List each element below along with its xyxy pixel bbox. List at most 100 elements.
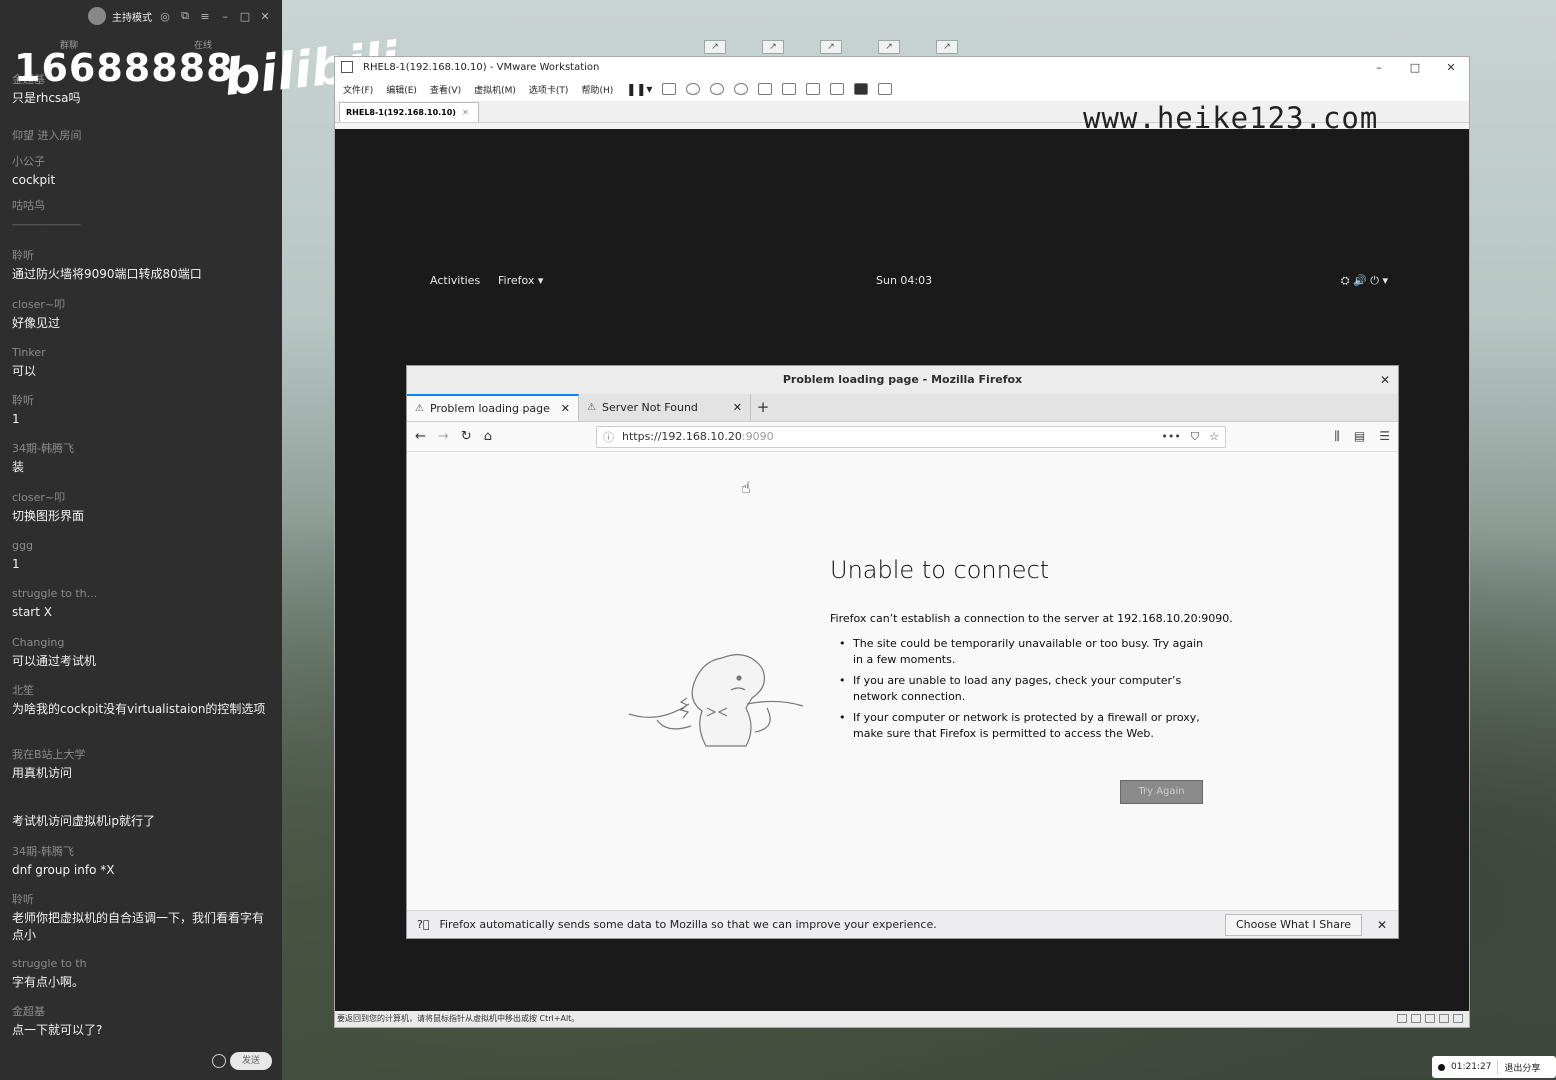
back-icon[interactable]: ← — [415, 429, 426, 444]
close-icon[interactable]: ✕ — [462, 108, 469, 117]
menu-help[interactable]: 帮助(H) — [581, 83, 613, 96]
settings-icon[interactable]: ◎ — [158, 10, 172, 23]
snapshot-icon[interactable] — [686, 83, 701, 95]
desktop-shortcut-icon[interactable]: ↗ — [704, 40, 726, 54]
forward-icon[interactable]: → — [438, 429, 449, 444]
menu-vm[interactable]: 虚拟机(M) — [474, 83, 516, 96]
chat-system-text: 仰望 进入房间 — [12, 129, 82, 143]
chat-text: 考试机访问虚拟机ip就行了 — [12, 814, 155, 829]
vmware-window: RHEL8-1(192.168.10.10) - VMware Workstat… — [334, 56, 1470, 1028]
menu-view[interactable]: 查看(V) — [430, 83, 461, 96]
chat-message: Tinker 可以 — [12, 343, 274, 391]
chat-message: closer~叩 切换图形界面 — [12, 488, 274, 536]
gnome-system-menu[interactable]: ⛭ 🔊 ⏻ ▾ — [1341, 274, 1388, 288]
unity-icon[interactable] — [830, 83, 845, 95]
page-actions-icon[interactable]: ••• — [1161, 430, 1180, 444]
desktop-shortcut-icon[interactable]: ↗ — [878, 40, 900, 54]
desktop-shortcut-icon[interactable]: ↗ — [936, 40, 958, 54]
gnome-app-menu[interactable]: Firefox ▾ — [498, 274, 543, 287]
new-tab-button[interactable]: + — [751, 394, 775, 421]
sidebar-icon[interactable]: ▤ — [1354, 429, 1365, 444]
vm-console-screen[interactable]: Activities Firefox ▾ Sun 04:03 ⛭ 🔊 ⏻ ▾ P… — [335, 129, 1469, 1011]
chat-username: 北笙 — [12, 683, 34, 697]
device-network-icon[interactable] — [1425, 1014, 1435, 1023]
chat-username: closer~叩 — [12, 490, 66, 504]
desktop-shortcut-icon[interactable]: ↗ — [762, 40, 784, 54]
chat-message: 聆听 通过防火墙将9090端口转成80端口 — [12, 246, 274, 294]
tab-server-not-found[interactable]: ⚠ Server Not Found ✕ — [579, 394, 751, 421]
close-icon[interactable]: ✕ — [1372, 918, 1392, 932]
chat-system-text: 咕咕鸟 — [12, 199, 45, 213]
device-display-icon[interactable] — [1453, 1014, 1463, 1023]
chat-message: 仰望 进入房间 — [12, 118, 274, 152]
desktop-shortcut-icon[interactable]: ↗ — [820, 40, 842, 54]
vmware-status-text: 要返回到您的计算机，请将鼠标指针从虚拟机中移出或按 Ctrl+Alt。 — [337, 1014, 580, 1023]
menu-icon[interactable]: ≡ — [198, 10, 212, 23]
chat-message: ------------------------------------ — [12, 216, 274, 246]
snapshot-manager-icon[interactable] — [734, 83, 749, 95]
url-bar[interactable]: ⓘ https://192.168.10.20:9090 ••• ⛉ ☆ — [595, 425, 1226, 448]
send-button[interactable]: 发送 — [230, 1052, 272, 1070]
vm-tab-rhel8[interactable]: RHEL8-1(192.168.10.10) ✕ — [339, 102, 479, 122]
device-usb-icon[interactable] — [1439, 1014, 1449, 1023]
pocket-icon[interactable]: ⛉ — [1191, 430, 1199, 444]
fullscreen-icon[interactable] — [806, 83, 821, 95]
close-icon[interactable]: ✕ — [733, 401, 742, 414]
restore-snapshot-icon[interactable] — [710, 83, 725, 95]
error-suggestion-item: The site could be temporarily unavailabl… — [830, 636, 1210, 667]
bookmark-star-icon[interactable]: ☆ — [1209, 430, 1219, 444]
hamburger-menu-icon[interactable]: ☰ — [1379, 429, 1390, 444]
close-icon[interactable]: ✕ — [258, 10, 272, 23]
chat-username: 34期-韩腾飞 — [12, 844, 74, 858]
console-view-icon[interactable] — [782, 83, 797, 95]
close-icon[interactable]: ✕ — [1433, 61, 1469, 74]
close-icon[interactable]: ✕ — [1380, 366, 1390, 394]
try-again-button[interactable]: Try Again — [1120, 780, 1203, 804]
minimize-icon[interactable]: – — [218, 10, 232, 23]
gnome-clock[interactable]: Sun 04:03 — [876, 274, 932, 287]
error-page: ☝ Unable to connect Firefox can’t establ… — [407, 452, 1398, 910]
host-mode-label: 主持模式 — [112, 12, 152, 24]
vm-tab-label: RHEL8-1(192.168.10.10) — [346, 108, 456, 117]
minimize-icon[interactable]: – — [1361, 61, 1397, 74]
share-timer: 01:21:27 — [1451, 1062, 1492, 1072]
exit-share-button[interactable]: 退出分享 — [1504, 1061, 1540, 1074]
menu-tabs[interactable]: 选项卡(T) — [529, 83, 569, 96]
chat-username: 金超基 — [12, 1005, 45, 1019]
close-icon[interactable]: ✕ — [561, 402, 570, 415]
pause-icon[interactable]: ❚❚▾ — [626, 82, 652, 96]
maximize-icon[interactable]: □ — [1397, 61, 1433, 74]
terminal-icon[interactable] — [854, 83, 869, 95]
info-icon[interactable]: ⓘ — [603, 429, 614, 445]
library-icon[interactable]: ⫼ — [1334, 429, 1340, 444]
tab-problem-loading[interactable]: ⚠ Problem loading page ✕ — [407, 394, 579, 421]
stretch-view-icon[interactable] — [878, 83, 893, 95]
choose-what-i-share-button[interactable]: Choose What I Share — [1225, 913, 1362, 936]
maximize-icon[interactable]: □ — [238, 10, 252, 23]
chat-text: 点一下就可以了? — [12, 1023, 103, 1038]
library-view-icon[interactable] — [758, 83, 773, 95]
chat-message: closer~叩 好像见过 — [12, 295, 274, 343]
send-ctrl-alt-del-icon[interactable] — [662, 83, 677, 95]
menu-file[interactable]: 文件(F) — [343, 83, 373, 96]
recording-dot-icon — [1438, 1063, 1445, 1071]
reload-icon[interactable]: ↻ — [461, 429, 472, 444]
host-avatar — [88, 7, 106, 25]
chat-message: struggle to th... start X — [12, 584, 274, 632]
gnome-activities-button[interactable]: Activities — [430, 274, 480, 287]
warning-icon: ⚠ — [587, 402, 596, 413]
device-cdrom-icon[interactable] — [1411, 1014, 1421, 1023]
chat-text: 好像见过 — [12, 315, 61, 330]
url-host: https://192.168.10.20 — [621, 430, 742, 443]
external-link-icon[interactable]: ⧉ — [178, 9, 192, 23]
chat-text: start X — [12, 605, 52, 620]
device-hdd-icon[interactable] — [1397, 1014, 1407, 1023]
emoji-icon[interactable] — [212, 1054, 226, 1068]
menu-edit[interactable]: 编辑(E) — [386, 83, 417, 96]
tab-label: Problem loading page — [429, 402, 550, 415]
home-icon[interactable]: ⌂ — [484, 429, 492, 444]
chat-message-list: 金超基 只是rhcsa吗 仰望 进入房间 小公子 cockpit 咕咕鸟 ---… — [12, 70, 274, 1050]
chat-input-bar: 发送 — [0, 1044, 282, 1080]
chat-message: ggg 1 — [12, 536, 274, 584]
chat-message: struggle to th 字有点小啊。 — [12, 954, 274, 1002]
